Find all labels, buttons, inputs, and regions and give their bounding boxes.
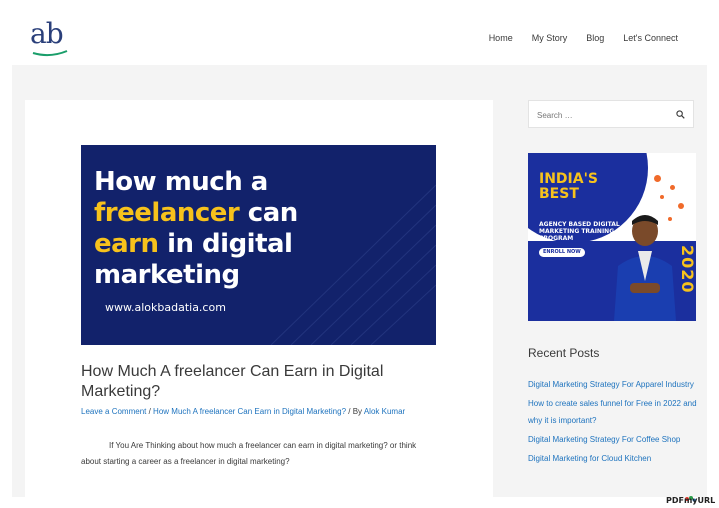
nav-lets-connect[interactable]: Let's Connect <box>623 33 678 43</box>
logo-swoosh-icon <box>32 50 68 57</box>
search-box <box>528 100 694 129</box>
hero-headline: How much a freelancer can earn in digita… <box>94 167 298 291</box>
ad-headline: INDIA'S BEST <box>539 172 598 202</box>
author-link[interactable]: Alok Kumar <box>364 407 405 416</box>
ad-year: 2020 <box>678 245 696 294</box>
ad-decor-dot <box>670 185 675 190</box>
ad-headline-line-1: INDIA'S <box>539 171 598 187</box>
sidebar-ad-banner[interactable]: INDIA'S BEST AGENCY BASED DIGITAL MARKET… <box>528 153 696 321</box>
recent-posts-title: Recent Posts <box>528 346 600 360</box>
pdfmyurl-watermark: PDFmyURL <box>666 496 716 505</box>
recent-post-link[interactable]: Digital Marketing for Cloud Kitchen <box>528 450 700 467</box>
hero-line-2-highlight: freelancer <box>94 198 240 228</box>
hero-url: www.alokbadatia.com <box>105 301 226 314</box>
hero-line-3: earn in digital <box>94 229 298 260</box>
logo-text: ab <box>30 17 64 50</box>
meta-by-label: / By <box>346 407 364 416</box>
main-nav: Home My Story Blog Let's Connect <box>470 33 678 43</box>
hero-line-2: freelancer can <box>94 198 298 229</box>
post-featured-image[interactable]: How much a freelancer can earn in digita… <box>81 145 436 345</box>
hero-line-4: marketing <box>94 260 240 290</box>
hero-line-3-rest: in digital <box>158 229 293 259</box>
search-input[interactable] <box>529 101 679 129</box>
category-link[interactable]: How Much A freelancer Can Earn in Digita… <box>153 407 346 416</box>
recent-posts-list: Digital Marketing Strategy For Apparel I… <box>528 376 700 469</box>
hero-line-3-highlight: earn <box>94 229 159 259</box>
leave-comment-link[interactable]: Leave a Comment <box>81 407 146 416</box>
recent-post-link[interactable]: Digital Marketing Strategy For Apparel I… <box>528 376 700 393</box>
site-header: ab Home My Story Blog Let's Connect <box>0 0 719 65</box>
site-logo[interactable]: ab <box>30 20 70 58</box>
hero-line-2-rest: can <box>239 198 298 228</box>
nav-my-story[interactable]: My Story <box>532 33 568 43</box>
ad-decor-dot <box>660 195 664 199</box>
search-icon[interactable] <box>676 110 685 119</box>
post-title[interactable]: How Much A freelancer Can Earn in Digita… <box>81 362 441 402</box>
recent-post-link[interactable]: Digital Marketing Strategy For Coffee Sh… <box>528 431 700 448</box>
ad-decor-dot <box>678 203 684 209</box>
trainer-photo-icon <box>614 215 676 321</box>
hero-line-1: How much a <box>94 167 268 197</box>
recent-post-link[interactable]: How to create sales funnel for Free in 2… <box>528 395 700 429</box>
post-excerpt: If You Are Thinking about how much a fre… <box>81 441 417 466</box>
ad-headline-line-2: BEST <box>539 186 579 202</box>
ad-enroll-button[interactable]: ENROLL NOW <box>539 248 585 257</box>
post-meta: Leave a Comment / How Much A freelancer … <box>81 407 405 416</box>
nav-home[interactable]: Home <box>489 33 513 43</box>
nav-blog[interactable]: Blog <box>586 33 604 43</box>
ad-decor-dot <box>654 175 661 182</box>
